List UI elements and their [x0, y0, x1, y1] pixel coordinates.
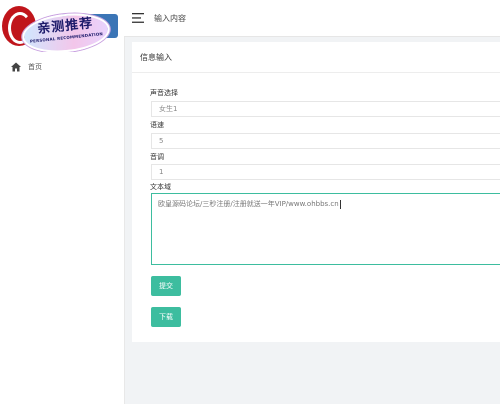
text-area[interactable]: 欧皇源码论坛/三秒注册/注册就送一年VIP/www.ohbbs.cn — [151, 193, 500, 265]
page-title: 输入内容 — [154, 13, 186, 23]
form-card: 信息输入 — [132, 42, 500, 342]
topbar: 输入内容 — [124, 0, 500, 37]
pitch-label: 音调 — [150, 153, 164, 161]
text-area-value: 欧皇源码论坛/三秒注册/注册就送一年VIP/www.ohbbs.cn — [158, 200, 339, 208]
logo[interactable]: 亲测推荐 PERSONAL RECOMMENDATION — [0, 0, 124, 52]
speed-input[interactable]: 5 — [151, 133, 500, 149]
hamburger-menu-icon[interactable] — [132, 13, 144, 23]
text-cursor — [339, 199, 341, 209]
sidebar-item-label: 首页 — [28, 63, 42, 71]
voice-select-value: 女生1 — [159, 105, 178, 113]
download-button[interactable]: 下载 — [151, 307, 181, 327]
text-area-label: 文本域 — [150, 183, 171, 191]
submit-button[interactable]: 提交 — [151, 276, 181, 296]
pitch-input[interactable]: 1 — [151, 164, 500, 180]
sidebar-item-home[interactable]: 首页 — [0, 56, 124, 78]
sidebar: 亲测推荐 PERSONAL RECOMMENDATION 首页 — [0, 0, 125, 404]
speed-label: 语速 — [150, 121, 164, 129]
voice-select[interactable]: 女生1 — [151, 101, 500, 117]
speed-input-value: 5 — [159, 137, 164, 145]
home-icon — [11, 62, 21, 72]
pitch-input-value: 1 — [159, 168, 164, 176]
voice-label: 声音选择 — [150, 89, 178, 97]
card-title: 信息输入 — [132, 42, 500, 73]
